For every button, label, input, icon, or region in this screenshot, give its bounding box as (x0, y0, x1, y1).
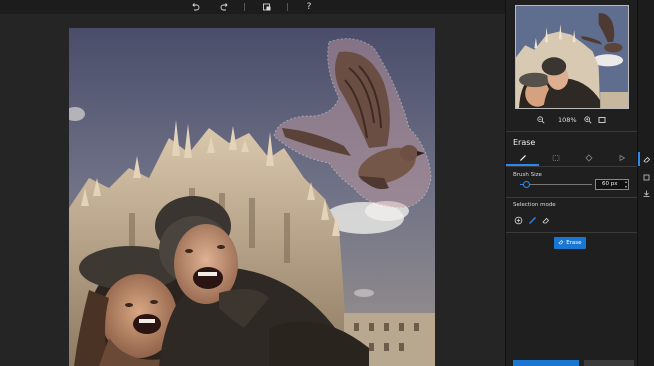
top-toolbar: ? (0, 0, 505, 14)
help-button[interactable]: ? (304, 2, 314, 12)
preview-image (516, 6, 628, 108)
panel-title: Erase (513, 138, 536, 147)
tab-brush[interactable] (506, 151, 539, 166)
brush-size-slider[interactable] (520, 184, 592, 185)
zoom-out-icon[interactable] (537, 114, 545, 128)
tab-lasso[interactable] (572, 151, 605, 166)
add-selection-icon[interactable] (514, 216, 523, 225)
active-tool-indicator (638, 152, 640, 166)
erase-button[interactable]: Erase (554, 237, 586, 249)
tool-tabs (506, 151, 638, 166)
rectangle-select-icon (552, 155, 560, 164)
panel-divider (506, 232, 638, 233)
eraser-tool-icon[interactable] (642, 155, 651, 164)
toolbar-divider (244, 3, 245, 11)
canvas-area[interactable] (0, 14, 505, 366)
panel-divider (506, 197, 638, 198)
photo-canvas[interactable] (69, 28, 435, 366)
apply-button[interactable] (513, 360, 579, 366)
panel-divider (506, 166, 638, 167)
toolbar-divider (287, 3, 288, 11)
export-tool-icon[interactable] (642, 189, 651, 198)
brush-mode-icon[interactable] (528, 216, 537, 225)
tab-pointer[interactable] (605, 151, 638, 166)
crop-tool-icon[interactable] (642, 173, 651, 182)
erase-button-label: Erase (566, 240, 582, 246)
side-panel: 108% Erase Brush Size 60 px ▴ ▾ Selectio… (505, 0, 638, 366)
panel-divider (506, 131, 638, 132)
tab-rectangle-select[interactable] (539, 151, 572, 166)
photo-editor-app: ? 108% Erase Brush Size 60 px ▴ ▾ Select… (0, 0, 654, 366)
undo-icon[interactable] (190, 2, 200, 12)
pointer-icon (618, 154, 626, 164)
preview-thumbnail[interactable] (515, 5, 629, 109)
tool-strip (637, 0, 654, 366)
compare-icon[interactable] (262, 2, 272, 12)
brush-icon (519, 155, 527, 164)
cancel-button[interactable] (584, 360, 634, 366)
zoom-controls: 108% (506, 114, 638, 126)
spinner-arrows-icon[interactable]: ▴ ▾ (625, 179, 627, 189)
brush-size-value: 60 px (602, 181, 618, 187)
zoom-level: 108% (558, 116, 577, 124)
zoom-in-icon[interactable] (584, 114, 592, 128)
brush-size-label: Brush Size (513, 172, 542, 178)
brush-size-input[interactable]: 60 px ▴ ▾ (595, 179, 629, 190)
brush-size-slider-thumb[interactable] (523, 181, 530, 188)
lasso-icon (584, 154, 593, 164)
eraser-mode-icon[interactable] (541, 216, 550, 225)
selfie-photo (69, 28, 435, 366)
selection-mode-label: Selection mode (513, 202, 556, 208)
redo-icon[interactable] (220, 2, 230, 12)
fit-screen-icon[interactable] (598, 114, 606, 128)
